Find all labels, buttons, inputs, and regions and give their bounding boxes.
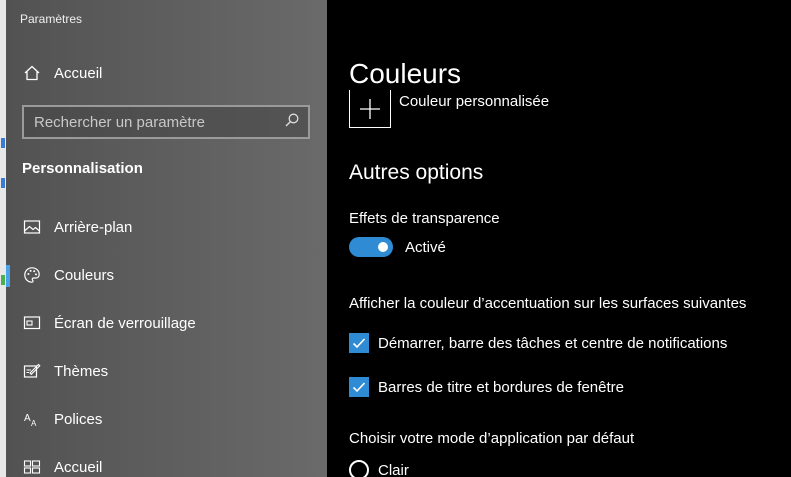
custom-color-button[interactable]: Couleur personnalisée	[349, 90, 549, 128]
sidebar-item-label: Accueil	[54, 64, 103, 82]
transparency-toggle[interactable]	[349, 237, 393, 257]
accent-surfaces-label: Afficher la couleur d’accentuation sur l…	[349, 295, 747, 312]
sidebar-item-fonts[interactable]: AA Polices	[6, 399, 327, 439]
image-icon	[22, 217, 42, 237]
lock-screen-icon	[22, 313, 42, 333]
custom-color-label: Couleur personnalisée	[399, 93, 550, 110]
checkbox[interactable]	[349, 333, 369, 353]
themes-icon	[22, 361, 42, 381]
search-input[interactable]	[34, 113, 274, 131]
checkbox-label: Barres de titre et bordures de fenêtre	[378, 378, 624, 396]
radio-light[interactable]: Clair	[349, 460, 409, 477]
page-title: Couleurs	[349, 58, 462, 89]
window-title: Paramètres	[20, 12, 83, 26]
sidebar-item-label: Arrière-plan	[54, 218, 133, 236]
checkbox-label: Démarrer, barre des tâches et centre de …	[378, 334, 728, 352]
background-mark	[1, 178, 5, 188]
checkbox-title-bars[interactable]: Barres de titre et bordures de fenêtre	[349, 377, 624, 397]
start-icon	[22, 457, 42, 477]
radio-label: Clair	[378, 461, 409, 477]
toggle-knob	[378, 242, 388, 252]
transparency-label: Effets de transparence	[349, 210, 500, 227]
radio-button[interactable]	[349, 460, 369, 477]
sidebar-item-home[interactable]: Accueil	[6, 53, 327, 93]
sidebar-item-label: Thèmes	[54, 362, 109, 380]
check-icon	[352, 338, 366, 349]
sidebar-item-label: Polices	[54, 410, 103, 428]
other-options-heading: Autres options	[349, 161, 484, 184]
search-icon[interactable]	[284, 112, 300, 133]
main-content: Couleurs Couleur personnalisée Autres op…	[327, 0, 791, 477]
sidebar: Paramètres Accueil Personnalisation Arri…	[6, 0, 327, 477]
svg-text:A: A	[24, 413, 31, 424]
sidebar-item-start[interactable]: Accueil	[6, 447, 327, 477]
checkbox[interactable]	[349, 377, 369, 397]
sidebar-item-background[interactable]: Arrière-plan	[6, 207, 327, 247]
toggle-state-label: Activé	[405, 238, 446, 256]
palette-icon	[22, 265, 42, 285]
home-icon	[22, 63, 42, 83]
svg-text:A: A	[31, 419, 37, 428]
sidebar-item-themes[interactable]: Thèmes	[6, 351, 327, 391]
sidebar-item-colors[interactable]: Couleurs	[6, 255, 327, 295]
background-mark	[1, 138, 5, 148]
check-icon	[352, 382, 366, 393]
sidebar-item-label: Écran de verrouillage	[54, 314, 196, 332]
checkbox-start-taskbar[interactable]: Démarrer, barre des tâches et centre de …	[349, 333, 727, 353]
transparency-toggle-row[interactable]: Activé	[349, 237, 446, 257]
font-icon: AA	[22, 409, 42, 429]
sidebar-item-lock-screen[interactable]: Écran de verrouillage	[6, 303, 327, 343]
plus-icon	[349, 90, 391, 128]
sidebar-item-label: Couleurs	[54, 266, 115, 284]
search-box[interactable]	[22, 105, 310, 139]
app-mode-label: Choisir votre mode d’application par déf…	[349, 430, 635, 447]
section-title: Personnalisation	[22, 160, 143, 177]
sidebar-item-label: Accueil	[54, 458, 103, 476]
background-mark	[1, 275, 5, 285]
